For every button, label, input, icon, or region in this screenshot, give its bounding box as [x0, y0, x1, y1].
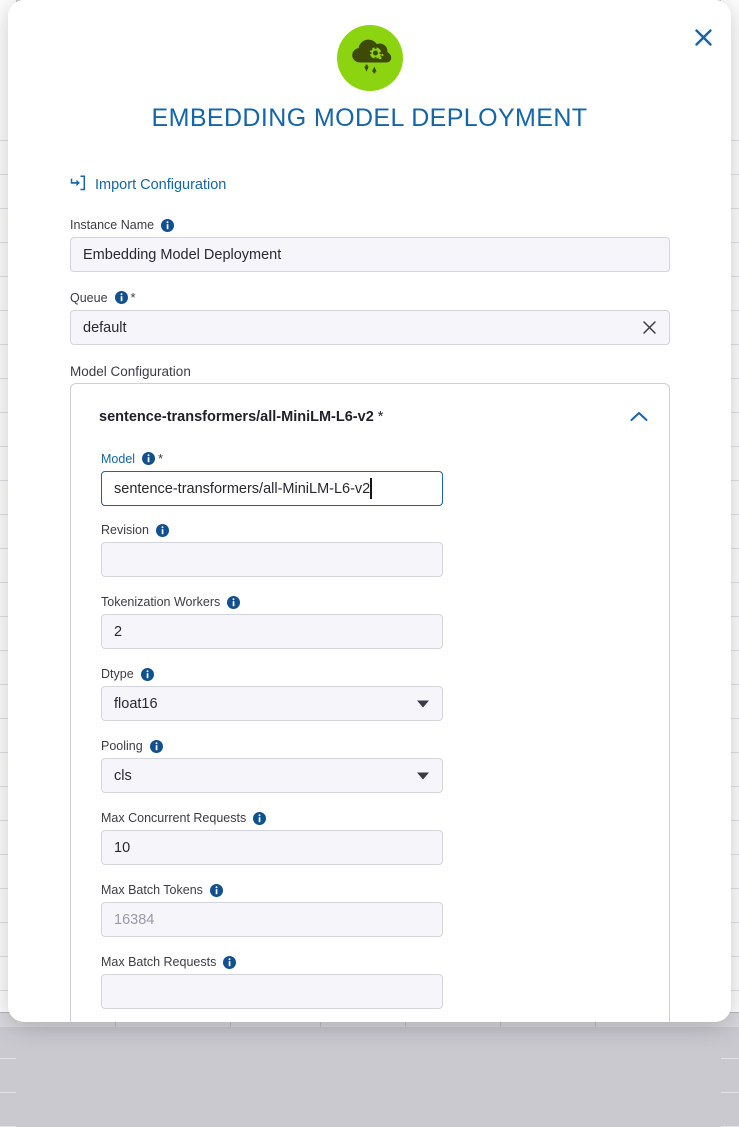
background-row — [0, 1058, 16, 1059]
pooling-dropdown-toggle[interactable] — [403, 758, 443, 793]
field-instance-name: Instance Name — [70, 218, 670, 272]
max-batch-requests-label-row: Max Batch Requests — [101, 955, 443, 969]
instance-name-label-row: Instance Name — [70, 218, 670, 232]
clear-x-glyph — [641, 319, 658, 336]
info-icon[interactable] — [141, 668, 154, 681]
tokenization-workers-label-row: Tokenization Workers — [101, 595, 443, 609]
model-accordion-required-marker: * — [378, 409, 384, 425]
dtype-label-row: Dtype — [101, 667, 443, 681]
model-required-marker: * — [158, 451, 163, 466]
dtype-label: Dtype — [101, 667, 134, 681]
model-input[interactable] — [101, 471, 443, 506]
tokenization-workers-input-wrap — [101, 614, 443, 649]
instance-name-input[interactable] — [70, 237, 670, 272]
field-max-batch-tokens: Max Batch Tokens — [101, 883, 443, 937]
queue-input-wrap — [70, 310, 670, 345]
info-icon[interactable] — [223, 956, 236, 969]
text-cursor — [370, 478, 371, 499]
info-icon[interactable] — [156, 524, 169, 537]
field-revision: Revision — [101, 523, 443, 577]
tokenization-workers-input[interactable] — [101, 614, 443, 649]
field-pooling: Pooling — [101, 739, 443, 793]
max-batch-tokens-label: Max Batch Tokens — [101, 883, 203, 897]
background-row — [0, 1092, 16, 1093]
revision-label: Revision — [101, 523, 149, 537]
instance-name-input-wrap — [70, 237, 670, 272]
max-concurrent-requests-label-row: Max Concurrent Requests — [101, 811, 443, 825]
revision-input-wrap — [101, 542, 443, 577]
chevron-up-glyph — [629, 410, 649, 424]
field-dtype: Dtype — [101, 667, 443, 721]
dtype-select[interactable] — [101, 686, 443, 721]
dialog-logo — [8, 25, 731, 91]
import-configuration-label: Import Configuration — [95, 177, 226, 193]
chevron-up-icon[interactable] — [629, 410, 649, 424]
info-icon[interactable] — [210, 884, 223, 897]
info-circle-glyph — [223, 956, 236, 969]
embedding-model-deployment-dialog: EMBEDDING MODEL DEPLOYMENT Import Config… — [8, 0, 731, 1022]
model-label: Model — [101, 452, 135, 466]
pooling-label: Pooling — [101, 739, 143, 753]
model-input-wrap — [101, 471, 443, 506]
import-arrow-box-glyph — [70, 175, 86, 191]
info-circle-glyph — [142, 452, 155, 465]
info-circle-glyph — [227, 596, 240, 609]
import-configuration-icon — [70, 175, 86, 195]
max-concurrent-requests-input[interactable] — [101, 830, 443, 865]
pooling-label-row: Pooling — [101, 739, 443, 753]
info-circle-glyph — [150, 740, 163, 753]
max-concurrent-requests-label: Max Concurrent Requests — [101, 811, 246, 825]
info-icon[interactable] — [115, 291, 128, 304]
queue-required-marker: * — [131, 290, 136, 305]
model-accordion-header[interactable]: sentence-transformers/all-MiniLM-L6-v2 * — [71, 402, 669, 432]
queue-label: Queue — [70, 291, 108, 305]
field-queue: Queue * — [70, 290, 670, 345]
instance-name-label: Instance Name — [70, 218, 154, 232]
max-batch-requests-label: Max Batch Requests — [101, 955, 216, 969]
info-circle-glyph — [141, 668, 154, 681]
info-circle-glyph — [156, 524, 169, 537]
max-concurrent-requests-input-wrap — [101, 830, 443, 865]
max-batch-tokens-input-wrap — [101, 902, 443, 937]
background-row — [721, 1092, 739, 1093]
clear-icon[interactable] — [640, 319, 658, 337]
max-batch-tokens-label-row: Max Batch Tokens — [101, 883, 443, 897]
info-icon[interactable] — [142, 452, 155, 465]
field-tokenization-workers: Tokenization Workers — [101, 595, 443, 649]
cloud-gear-glyph — [347, 36, 393, 80]
info-icon[interactable] — [161, 219, 174, 232]
max-batch-requests-input[interactable] — [101, 974, 443, 1009]
queue-input[interactable] — [70, 310, 670, 345]
field-max-batch-requests: Max Batch Requests — [101, 955, 443, 1009]
info-circle-glyph — [210, 884, 223, 897]
revision-input[interactable] — [101, 542, 443, 577]
field-model: Model * — [101, 451, 443, 506]
pooling-select[interactable] — [101, 758, 443, 793]
info-circle-glyph — [161, 219, 174, 232]
field-max-concurrent-requests: Max Concurrent Requests — [101, 811, 443, 865]
max-batch-requests-input-wrap — [101, 974, 443, 1009]
queue-label-row: Queue * — [70, 290, 670, 305]
revision-label-row: Revision — [101, 523, 443, 537]
dtype-input-wrap — [101, 686, 443, 721]
info-icon[interactable] — [150, 740, 163, 753]
cloud-gear-logo-icon — [337, 25, 403, 91]
info-icon[interactable] — [253, 812, 266, 825]
dtype-dropdown-toggle[interactable] — [403, 686, 443, 721]
info-circle-glyph — [253, 812, 266, 825]
max-batch-tokens-input[interactable] — [101, 902, 443, 937]
model-accordion-title: sentence-transformers/all-MiniLM-L6-v2 * — [99, 409, 629, 425]
import-configuration-button[interactable]: Import Configuration — [70, 175, 226, 195]
model-accordion-title-text: sentence-transformers/all-MiniLM-L6-v2 — [99, 409, 374, 425]
info-icon[interactable] — [227, 596, 240, 609]
background-row — [721, 1058, 739, 1059]
info-circle-glyph — [115, 291, 128, 304]
tokenization-workers-label: Tokenization Workers — [101, 595, 220, 609]
page-title: EMBEDDING MODEL DEPLOYMENT — [8, 104, 731, 133]
model-configuration-panel: sentence-transformers/all-MiniLM-L6-v2 *… — [70, 383, 670, 1022]
pooling-input-wrap — [101, 758, 443, 793]
model-label-row: Model * — [101, 451, 443, 466]
model-configuration-label: Model Configuration — [70, 364, 191, 379]
